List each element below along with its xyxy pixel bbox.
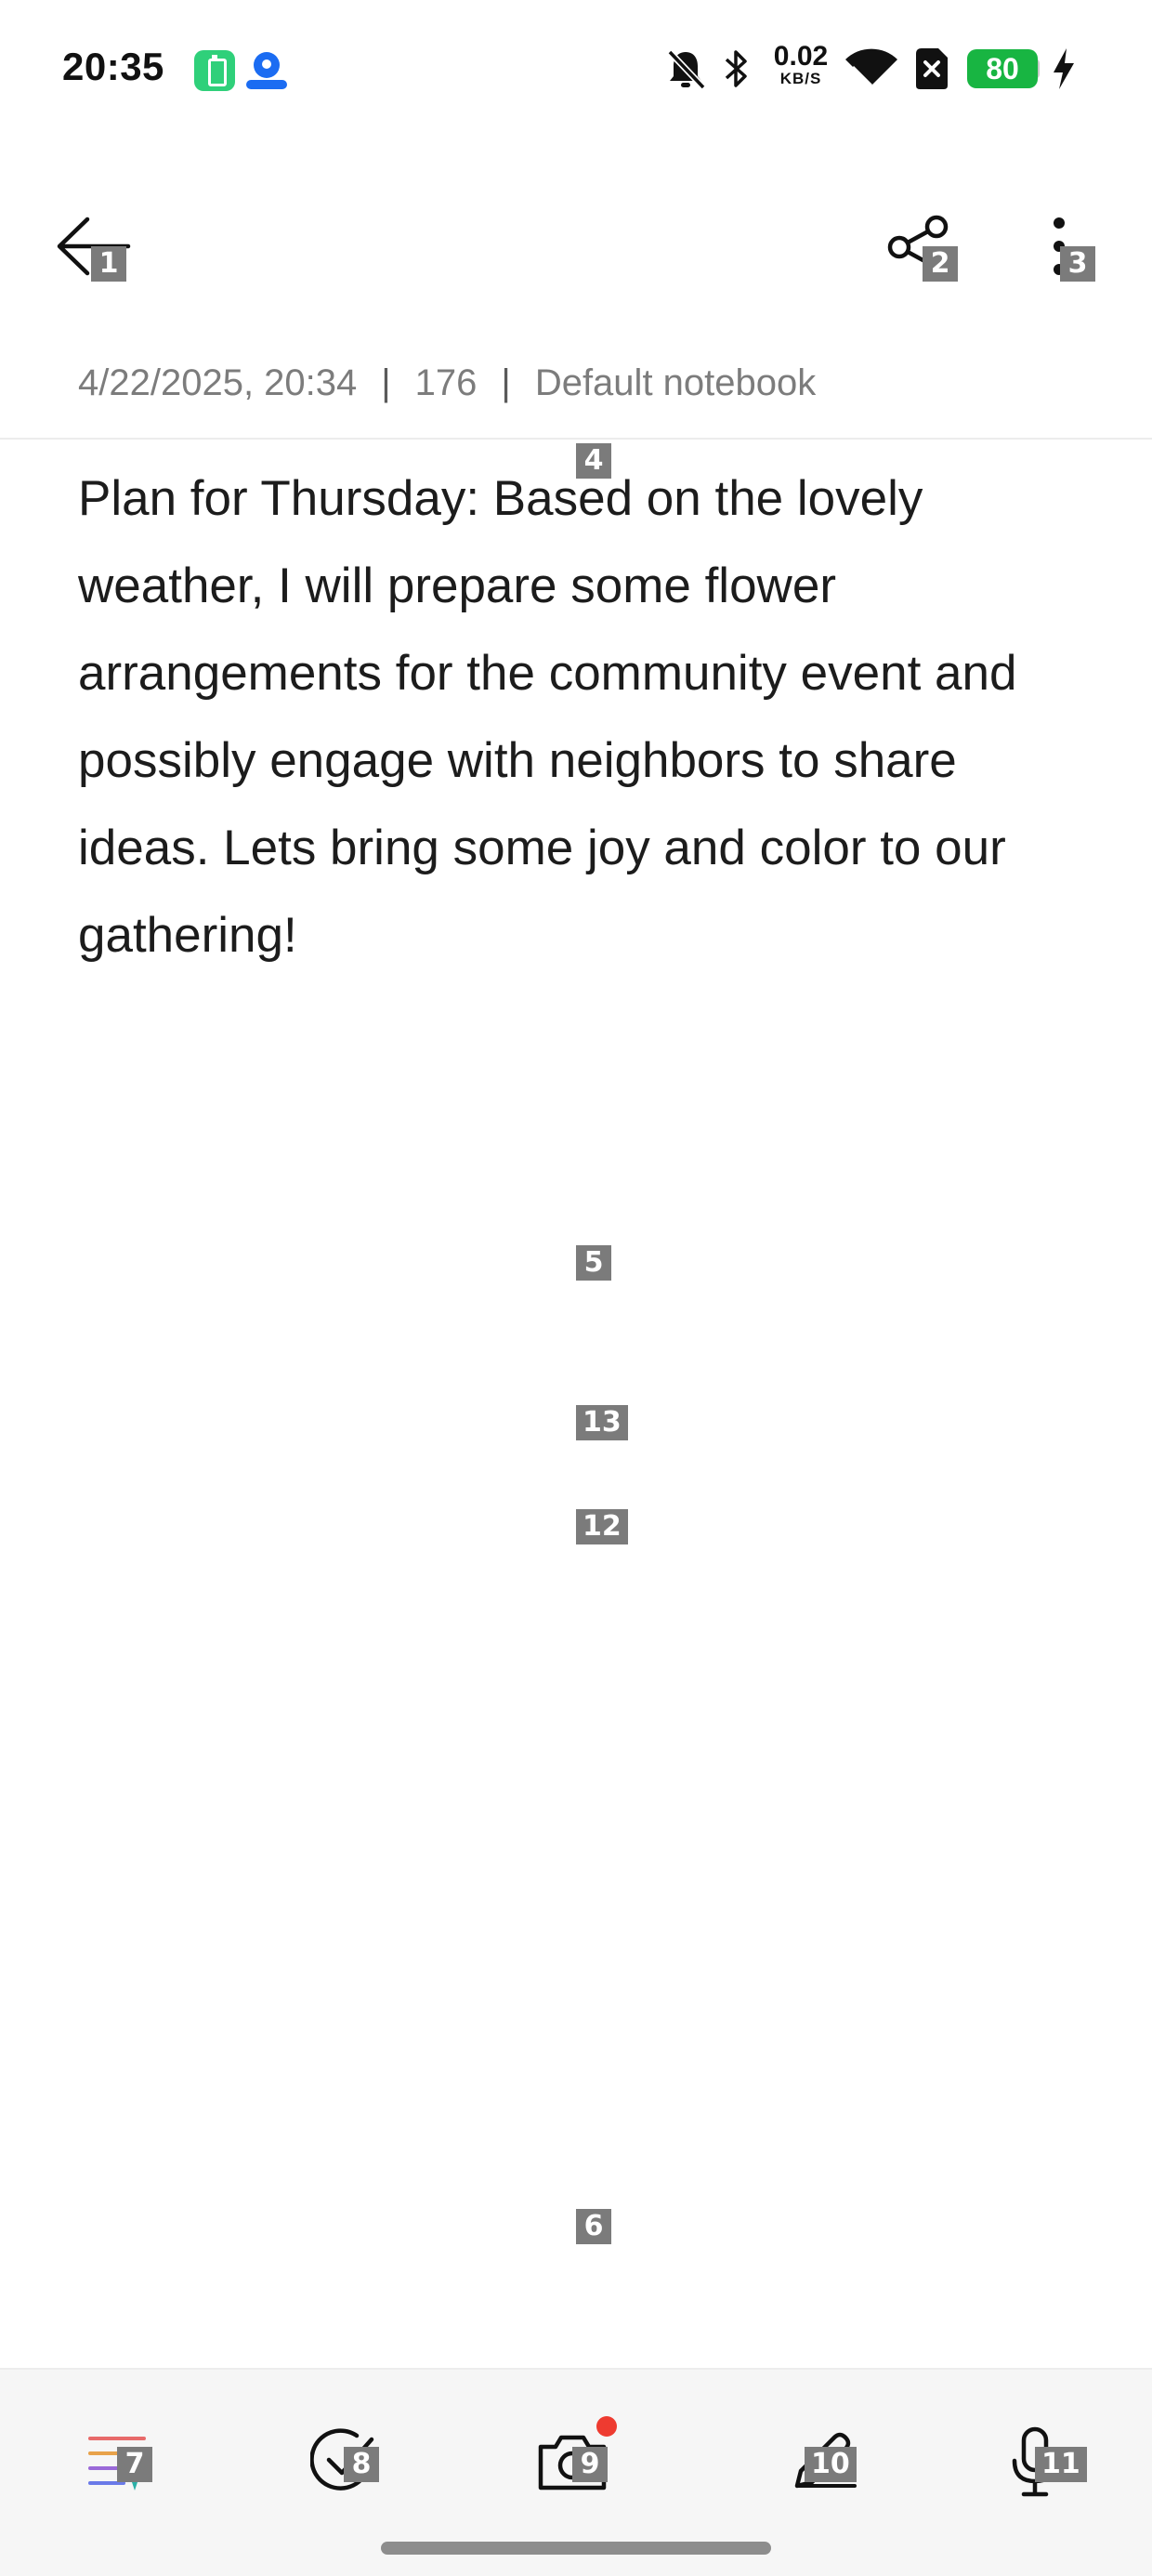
overlay-mark: 8	[344, 2447, 379, 2482]
overlay-mark: 2	[923, 246, 958, 282]
network-speed-unit: KB/S	[779, 70, 822, 87]
overlay-mark: 12	[576, 1509, 628, 1544]
network-speed-value: 0.02	[773, 41, 829, 72]
status-bar: 20:35 0.02 KB/S 80	[0, 0, 1152, 139]
camera-notification-dot	[596, 2416, 617, 2437]
overlay-mark: 7	[117, 2447, 152, 2482]
note-text-editor[interactable]: Plan for Thursday: Based on the lovely w…	[78, 455, 1081, 979]
overlay-mark: 1	[91, 246, 126, 282]
network-speed: 0.02 KB/S	[766, 43, 835, 87]
editor-toolbar	[0, 186, 1152, 307]
wifi-icon	[845, 48, 897, 87]
overlay-mark: 6	[576, 2209, 611, 2244]
meta-divider	[0, 438, 1152, 440]
char-count: 176	[414, 362, 478, 403]
overlay-mark: 5	[576, 1245, 611, 1281]
note-date: 4/22/2025, 20:34	[78, 362, 358, 403]
overlay-mark: 11	[1035, 2447, 1087, 2482]
battery-saver-app-icon	[194, 50, 235, 91]
battery-level: 80	[967, 49, 1038, 88]
meta-separator: |	[501, 362, 511, 403]
notebook-selector[interactable]: Default notebook	[535, 362, 816, 403]
note-editor-screen: 20:35 0.02 KB/S 80 4/22/2025, 20:34 | 17…	[0, 0, 1152, 2576]
bluetooth-icon	[725, 50, 747, 87]
charging-icon	[1054, 48, 1074, 89]
overlay-mark: 10	[805, 2447, 857, 2482]
share-button[interactable]	[864, 186, 975, 307]
overlay-mark: 4	[576, 443, 611, 479]
overlay-mark: 3	[1060, 246, 1095, 282]
status-time: 20:35	[62, 45, 164, 88]
home-indicator[interactable]	[381, 2542, 771, 2555]
location-app-icon	[246, 50, 287, 91]
overlay-mark: 13	[576, 1405, 628, 1440]
note-meta: 4/22/2025, 20:34 | 176 | Default notebook	[78, 362, 816, 404]
meta-separator: |	[381, 362, 391, 403]
overlay-mark: 9	[572, 2447, 608, 2482]
mute-bell-icon	[667, 49, 706, 90]
sim-blocked-icon	[916, 48, 948, 89]
